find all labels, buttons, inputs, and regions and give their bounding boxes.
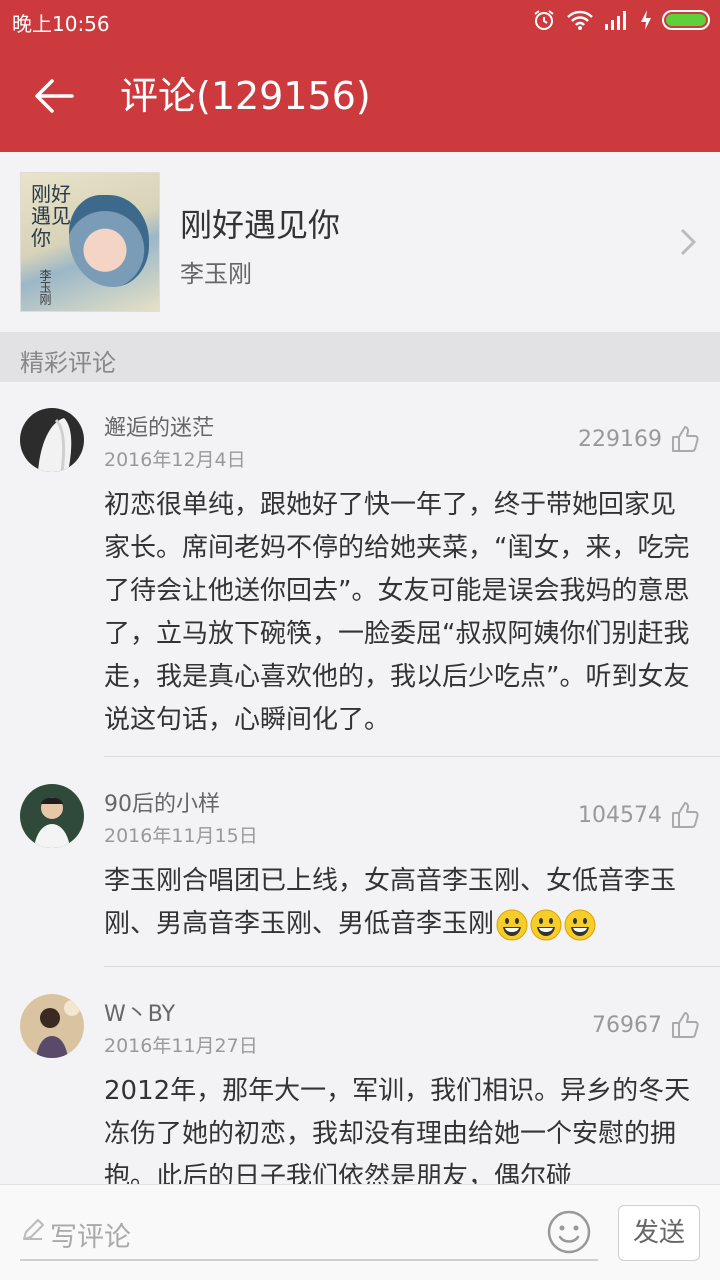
comment-input[interactable]: 写评论 [20, 1207, 598, 1261]
like-button[interactable]: 229169 [578, 424, 700, 454]
divider [104, 966, 720, 967]
section-label: 精彩评论 [20, 349, 116, 377]
signal-icon [605, 11, 626, 30]
album-cover[interactable]: 刚好遇见你 李玉刚 [20, 172, 160, 312]
cover-title: 刚好遇见你 [31, 182, 71, 250]
thumbs-up-icon [672, 802, 699, 828]
grin-emoji-icon [496, 909, 528, 940]
grin-emoji-icon [530, 909, 562, 940]
like-count: 76967 [592, 1012, 662, 1038]
song-card[interactable]: 刚好遇见你 李玉刚 刚好遇见你 李玉刚 [0, 152, 720, 332]
thumbs-up-icon [672, 426, 699, 452]
comment-item: 邂逅的迷茫 2016年12月4日 229169 初恋很单纯，跟她好了快一年了，终… [0, 382, 720, 758]
like-count: 229169 [578, 426, 662, 452]
battery-icon [662, 10, 710, 30]
song-artist: 李玉刚 [180, 260, 252, 288]
divider [104, 756, 720, 757]
comment-username[interactable]: 90后的小样 [104, 786, 220, 818]
back-arrow-icon[interactable] [28, 68, 84, 124]
comment-item: W丶BY 2016年11月27日 76967 2012年，那年大一，军训，我们相… [0, 968, 720, 1184]
like-button[interactable]: 104574 [578, 800, 700, 830]
status-icons [532, 8, 710, 32]
comment-text: 2012年，那年大一，军训，我们相识。异乡的冬天冻伤了她的初恋，我却没有理由给她… [104, 1076, 691, 1184]
thumbs-up-icon [672, 1012, 699, 1038]
comment-item: 90后的小样 2016年11月15日 104574 李玉刚合唱团已上线，女高音李… [0, 758, 720, 968]
comment-text: 初恋很单纯，跟她好了快一年了，终于带她回家见家长。席间老妈不停的给她夹菜，“闺女… [104, 490, 690, 735]
charging-icon [641, 10, 651, 30]
comment-input-placeholder: 写评论 [50, 1222, 131, 1253]
grin-emoji-icon [564, 909, 596, 940]
app-header: 评论(129156) [0, 40, 720, 152]
cover-artist: 李玉刚 [38, 269, 52, 305]
song-title: 刚好遇见你 [180, 206, 341, 244]
alarm-icon [534, 10, 554, 30]
page-title: 评论(129156) [120, 74, 371, 118]
comment-username[interactable]: W丶BY [104, 996, 175, 1028]
cover-portrait [69, 195, 149, 287]
emoji-picker-icon[interactable] [546, 1209, 592, 1255]
like-count: 104574 [578, 802, 662, 828]
avatar[interactable] [20, 994, 84, 1058]
avatar[interactable] [20, 784, 84, 848]
like-button[interactable]: 76967 [592, 1010, 700, 1040]
status-bar: 晚上10:56 [0, 0, 720, 40]
comment-date: 2016年11月15日 [104, 825, 258, 847]
wifi-icon [567, 10, 593, 30]
comment-date: 2016年12月4日 [104, 449, 246, 471]
comment-input-bar: 写评论 发送 [0, 1184, 720, 1280]
status-time: 晚上10:56 [12, 12, 110, 36]
comment-username[interactable]: 邂逅的迷茫 [104, 410, 214, 442]
comment-text-block: 李玉刚合唱团已上线，女高音李玉刚、女低音李玉刚、男高音李玉刚、男低音李玉刚 [104, 860, 700, 946]
pencil-icon [23, 1219, 44, 1240]
comment-date: 2016年11月27日 [104, 1035, 258, 1057]
section-header: 精彩评论 [0, 332, 720, 382]
avatar[interactable] [20, 408, 84, 472]
chevron-right-icon[interactable] [678, 226, 698, 258]
send-button[interactable]: 发送 [618, 1205, 700, 1261]
comment-list[interactable]: 邂逅的迷茫 2016年12月4日 229169 初恋很单纯，跟她好了快一年了，终… [0, 382, 720, 1184]
